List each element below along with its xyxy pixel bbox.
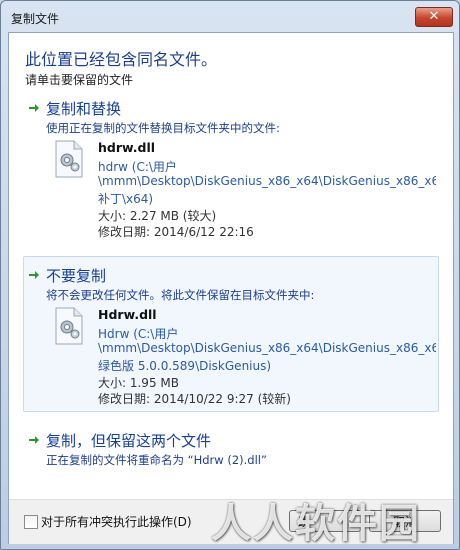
file-name: Hdrw.dll [98,307,157,322]
apply-to-all-label[interactable]: 对于所有冲突执行此操作(D) [41,513,192,530]
title-bar[interactable]: 复制文件 ✕ [1,1,459,31]
file-path-line: 补丁\x64) [98,192,154,206]
window-title: 复制文件 [11,12,60,26]
dll-gear-file-icon [55,307,83,345]
green-arrow-icon [29,104,39,112]
file-path-line: \mmm\Desktop\DiskGenius_x86_x64\DiskGeni… [98,341,436,355]
option-description: 将不会更改任何文件。将此文件保留在目标文件夹中: [46,288,315,302]
option-title: 复制，但保留这两个文件 [46,432,212,450]
file-size: 大小: 1.95 MB [98,376,179,390]
file-modified-date: 修改日期: 2014/10/22 9:27 (较新) [98,392,291,406]
dll-gear-file-icon [55,140,83,178]
file-path-line: 绿色版 5.0.0.589\DiskGenius) [98,359,272,373]
option-description: 正在复制的文件将重命名为 “Hdrw (2).dll” [46,453,267,467]
close-icon: ✕ [428,9,440,24]
file-path-line: hdrw (C:\用户 [98,160,177,174]
file-name: hdrw.dll [98,140,156,155]
file-path-line: Hdrw (C:\用户 [98,327,179,341]
dialog-content: 此位置已经包含同名文件。 请单击要保留的文件 复制和替换 使用正在复制的文件替换… [8,32,454,544]
option-copy-keep-both[interactable]: 复制，但保留这两个文件 正在复制的文件将重命名为 “Hdrw (2).dll” [23,427,439,471]
close-button[interactable]: ✕ [415,7,453,27]
file-size: 大小: 2.27 MB (较大) [98,209,217,223]
option-title: 复制和替换 [46,100,122,118]
green-arrow-icon [29,271,39,279]
apply-to-all-checkbox[interactable] [24,515,38,529]
option-dont-copy[interactable]: 不要复制 将不会更改任何文件。将此文件保留在目标文件夹中: Hdrw.dll H… [23,256,439,412]
option-title: 不要复制 [46,267,107,285]
file-path-line: \mmm\Desktop\DiskGenius_x86_x64\DiskGeni… [98,174,436,188]
file-modified-date: 修改日期: 2014/6/12 22:16 [98,225,254,239]
page-title: 此位置已经包含同名文件。 [25,50,218,69]
copy-file-dialog: 复制文件 ✕ 此位置已经包含同名文件。 请单击要保留的文件 复制和替换 使用正在… [0,0,460,550]
instruction-text: 请单击要保留的文件 [25,73,134,87]
green-arrow-icon [29,436,39,444]
watermark-logo: 人人软件园 [211,500,421,547]
option-copy-and-replace[interactable]: 复制和替换 使用正在复制的文件替换目标文件夹中的文件: hdrw.dll hdr… [23,95,439,239]
option-description: 使用正在复制的文件替换目标文件夹中的文件: [46,121,280,135]
